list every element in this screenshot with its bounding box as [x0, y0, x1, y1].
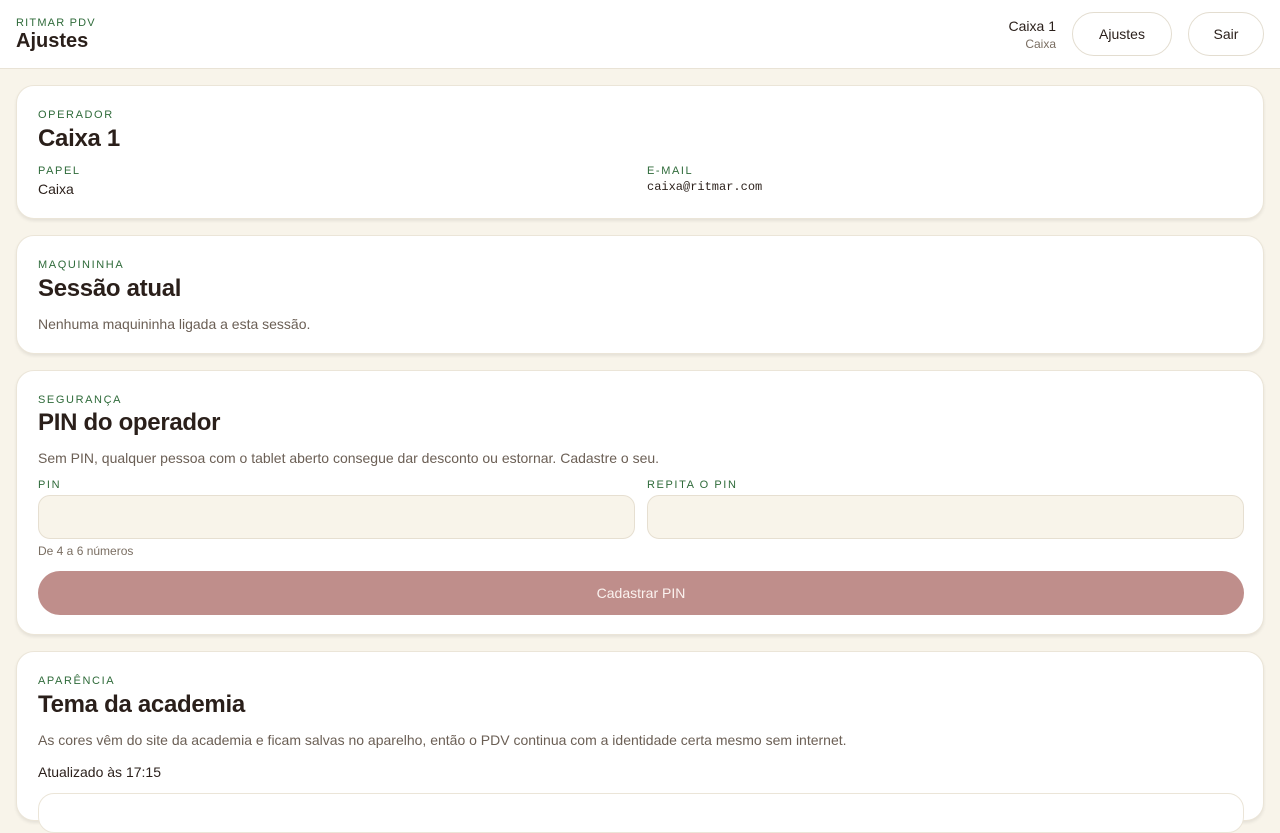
top-bar: RITMAR PDV Ajustes Caixa 1 Caixa Ajustes…	[0, 0, 1280, 69]
operator-name: Caixa 1	[38, 125, 120, 152]
settings-button[interactable]: Ajustes	[1072, 12, 1172, 56]
register-pin-button[interactable]: Cadastrar PIN	[38, 571, 1244, 615]
pin-label: PIN	[38, 479, 62, 491]
brand-label: RITMAR PDV	[16, 17, 96, 29]
appearance-card: APARÊNCIA Tema da academia As cores vêm …	[16, 651, 1264, 833]
email-value: caixa@ritmar.com	[647, 180, 763, 194]
role-value: Caixa	[38, 181, 74, 197]
operator-card: OPERADOR Caixa 1 PAPEL Caixa E-MAIL caix…	[16, 85, 1264, 219]
current-user: Caixa 1 Caixa	[1009, 18, 1056, 51]
terminal-card: MAQUININHA Sessão atual Nenhuma maquinin…	[16, 235, 1264, 354]
role-label: PAPEL	[38, 165, 81, 177]
page-title: Ajustes	[16, 30, 89, 52]
user-role: Caixa	[1025, 37, 1056, 51]
terminal-title: Sessão atual	[38, 275, 182, 302]
logout-button[interactable]: Sair	[1188, 12, 1264, 56]
theme-preview-box	[38, 793, 1244, 833]
security-title: PIN do operador	[38, 409, 221, 436]
security-eyebrow: SEGURANÇA	[38, 394, 123, 406]
pin-hint: De 4 a 6 números	[38, 544, 134, 558]
operator-eyebrow: OPERADOR	[38, 109, 114, 121]
repeat-pin-label: REPITA O PIN	[647, 479, 738, 491]
user-name: Caixa 1	[1008, 18, 1056, 34]
appearance-eyebrow: APARÊNCIA	[38, 675, 116, 687]
appearance-title: Tema da academia	[38, 691, 245, 718]
theme-updated-time: Atualizado às 17:15	[38, 764, 161, 780]
terminal-description: Nenhuma maquininha ligada a esta sessão.	[38, 316, 311, 332]
repeat-pin-input[interactable]	[647, 495, 1244, 539]
security-description: Sem PIN, qualquer pessoa com o tablet ab…	[38, 450, 660, 466]
terminal-eyebrow: MAQUININHA	[38, 259, 125, 271]
email-label: E-MAIL	[647, 165, 694, 177]
appearance-description: As cores vêm do site da academia e ficam…	[38, 732, 847, 748]
security-card: SEGURANÇA PIN do operador Sem PIN, qualq…	[16, 370, 1264, 635]
pin-input[interactable]	[38, 495, 635, 539]
